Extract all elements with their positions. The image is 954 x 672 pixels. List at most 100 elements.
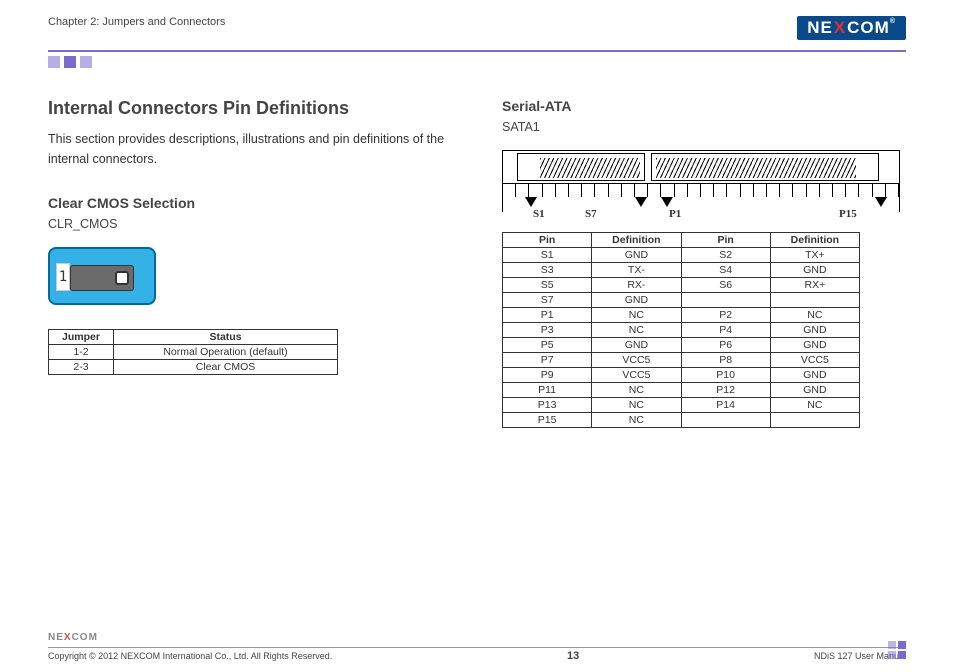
cell: P8 bbox=[681, 353, 770, 368]
sata-diagram: S1 S7 P1 P15 bbox=[502, 150, 900, 212]
marker-triangle-icon bbox=[525, 197, 537, 207]
cell: 2-3 bbox=[49, 360, 114, 375]
marker-triangle-icon bbox=[661, 197, 673, 207]
table-row: P1NCP2NC bbox=[503, 308, 860, 323]
footer-logo-x: X bbox=[64, 632, 72, 643]
cell: TX+ bbox=[770, 248, 859, 263]
cmos-label: CLR_CMOS bbox=[48, 217, 452, 231]
cell: S5 bbox=[503, 278, 592, 293]
cell: GND bbox=[592, 338, 681, 353]
cell: S2 bbox=[681, 248, 770, 263]
table-row: S7GND bbox=[503, 293, 860, 308]
sata-th: Definition bbox=[770, 233, 859, 248]
table-row: P5GNDP6GND bbox=[503, 338, 860, 353]
cell: P6 bbox=[681, 338, 770, 353]
table-row: 1-2 Normal Operation (default) bbox=[49, 345, 338, 360]
cell: VCC5 bbox=[592, 353, 681, 368]
sata-pin-s7: S7 bbox=[585, 208, 597, 220]
cmos-table: Jumper Status 1-2 Normal Operation (defa… bbox=[48, 329, 338, 375]
sata-pin-s1: S1 bbox=[533, 208, 545, 220]
cell: Normal Operation (default) bbox=[114, 345, 338, 360]
sata-th: Pin bbox=[681, 233, 770, 248]
cell: P4 bbox=[681, 323, 770, 338]
chapter-title: Chapter 2: Jumpers and Connectors bbox=[48, 16, 225, 28]
logo-x: X bbox=[833, 18, 847, 37]
cell: Clear CMOS bbox=[114, 360, 338, 375]
cell: S7 bbox=[503, 293, 592, 308]
cell: P14 bbox=[681, 398, 770, 413]
cmos-heading: Clear CMOS Selection bbox=[48, 195, 452, 211]
cell bbox=[770, 413, 859, 428]
cell: P12 bbox=[681, 383, 770, 398]
table-row: 2-3 Clear CMOS bbox=[49, 360, 338, 375]
sata-table: Pin Definition Pin Definition S1GNDS2TX+… bbox=[502, 232, 860, 428]
cell: RX- bbox=[592, 278, 681, 293]
brand-logo: NEXCOM® bbox=[797, 16, 906, 40]
cell: 1-2 bbox=[49, 345, 114, 360]
cell: P7 bbox=[503, 353, 592, 368]
cell: GND bbox=[770, 323, 859, 338]
sata-pinrow bbox=[503, 183, 899, 197]
table-row: P11NCP12GND bbox=[503, 383, 860, 398]
cell: S3 bbox=[503, 263, 592, 278]
table-row: P7VCC5P8VCC5 bbox=[503, 353, 860, 368]
logo-reg: ® bbox=[890, 18, 896, 25]
cell bbox=[681, 293, 770, 308]
table-row: S5RX-S6RX+ bbox=[503, 278, 860, 293]
cell: NC bbox=[592, 308, 681, 323]
marker-triangle-icon bbox=[635, 197, 647, 207]
decor-squares bbox=[48, 56, 906, 68]
cell: P13 bbox=[503, 398, 592, 413]
footer-rule bbox=[48, 647, 906, 648]
cell: P5 bbox=[503, 338, 592, 353]
cell: TX- bbox=[592, 263, 681, 278]
cell: P15 bbox=[503, 413, 592, 428]
cmos-th-status: Status bbox=[114, 330, 338, 345]
table-row: P13NCP14NC bbox=[503, 398, 860, 413]
cell: P2 bbox=[681, 308, 770, 323]
sata-pin-p1: P1 bbox=[669, 208, 681, 220]
page-number: 13 bbox=[567, 650, 579, 662]
cell: P1 bbox=[503, 308, 592, 323]
cmos-diagram: 1 bbox=[48, 247, 156, 305]
logo-pre: NE bbox=[807, 18, 833, 37]
sata-connector-p bbox=[651, 153, 879, 181]
cell: NC bbox=[770, 308, 859, 323]
cell: GND bbox=[770, 263, 859, 278]
logo-post: COM bbox=[847, 18, 890, 37]
sata-heading: Serial-ATA bbox=[502, 98, 906, 114]
cell: NC bbox=[770, 398, 859, 413]
cell: S6 bbox=[681, 278, 770, 293]
cell: NC bbox=[592, 323, 681, 338]
sata-th: Definition bbox=[592, 233, 681, 248]
sata-pin-p15: P15 bbox=[839, 208, 857, 220]
intro-text: This section provides descriptions, illu… bbox=[48, 129, 452, 169]
sata-connector-s bbox=[517, 153, 645, 181]
cell: GND bbox=[770, 338, 859, 353]
table-row: S3TX-S4GND bbox=[503, 263, 860, 278]
footer-decor-squares bbox=[888, 641, 906, 659]
cell: GND bbox=[592, 293, 681, 308]
table-row: P9VCC5P10GND bbox=[503, 368, 860, 383]
copyright-text: Copyright © 2012 NEXCOM International Co… bbox=[48, 651, 332, 661]
marker-triangle-icon bbox=[875, 197, 887, 207]
cell bbox=[681, 413, 770, 428]
page-title: Internal Connectors Pin Definitions bbox=[48, 98, 452, 119]
table-row: P15NC bbox=[503, 413, 860, 428]
cell: S1 bbox=[503, 248, 592, 263]
cell: P10 bbox=[681, 368, 770, 383]
table-row: S1GNDS2TX+ bbox=[503, 248, 860, 263]
cell: GND bbox=[770, 368, 859, 383]
cmos-empty-pin-icon bbox=[115, 271, 129, 285]
cell: NC bbox=[592, 398, 681, 413]
cell: NC bbox=[592, 383, 681, 398]
sata-label: SATA1 bbox=[502, 120, 906, 134]
header-rule bbox=[48, 50, 906, 52]
cell: P3 bbox=[503, 323, 592, 338]
cmos-pin1-label: 1 bbox=[56, 263, 70, 291]
cell: S4 bbox=[681, 263, 770, 278]
cell: RX+ bbox=[770, 278, 859, 293]
sata-th: Pin bbox=[503, 233, 592, 248]
cell: GND bbox=[770, 383, 859, 398]
cmos-jumper-block bbox=[70, 265, 134, 291]
